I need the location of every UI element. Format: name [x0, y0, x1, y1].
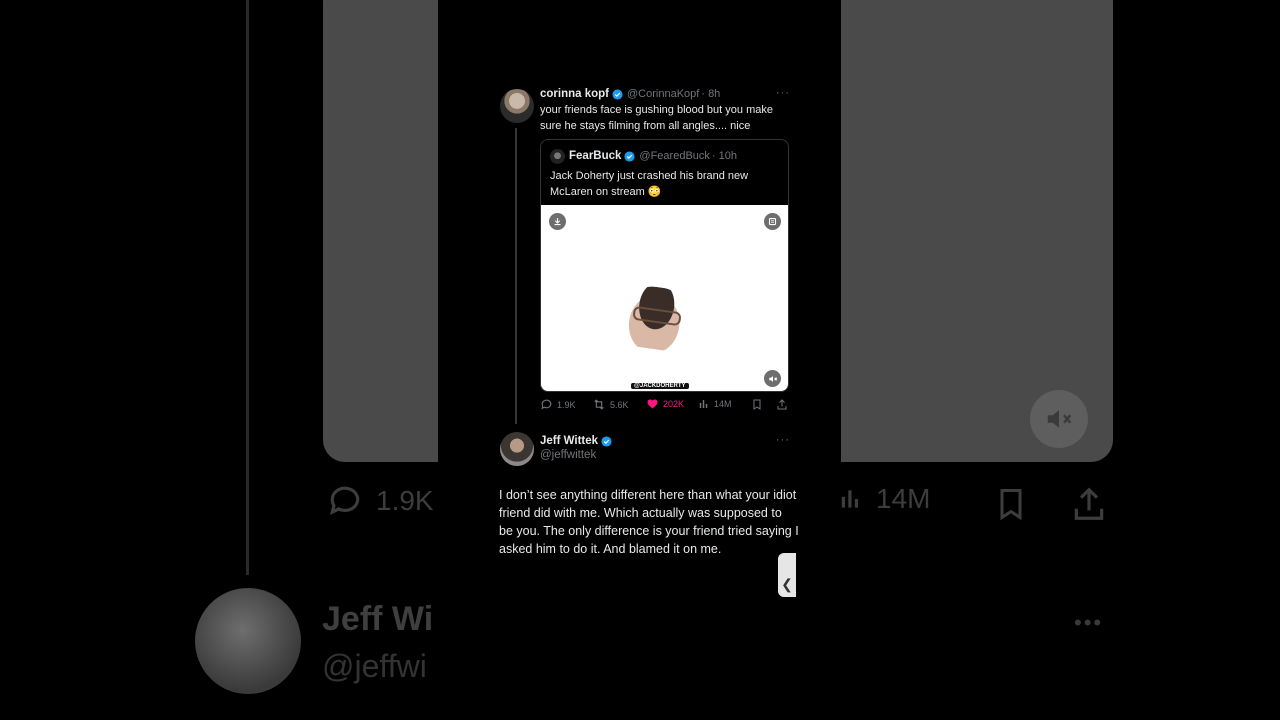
repost-count: 5.6K: [610, 399, 629, 410]
bg-views-icon: [841, 490, 859, 508]
side-panel-tab[interactable]: ❮: [778, 553, 796, 597]
bg-avatar: [195, 588, 301, 694]
bg-author-name: Jeff Wi: [322, 600, 434, 638]
reply-button[interactable]: 1.9K: [540, 398, 576, 411]
share-icon[interactable]: [776, 398, 788, 411]
quote-author-handle: @FearedBuck: [639, 150, 710, 162]
tweet-time: · 8h: [701, 88, 721, 100]
reply-avatar[interactable]: [500, 432, 534, 466]
bg-reply-stat: 1.9K: [326, 482, 434, 520]
reply-icon: [541, 399, 552, 410]
reply-text: I don’t see anything different here than…: [499, 488, 799, 556]
verified-icon: [601, 435, 612, 447]
tweet-actions: 1.9K 5.6K 202K 14M: [540, 398, 790, 414]
quote-header: FearBuck @FearedBuck · 10h: [569, 150, 737, 162]
bg-mute-icon: [1030, 390, 1088, 448]
video-watermark: @JACKDOHERTY: [631, 383, 689, 389]
bg-bookmark-icon: [1000, 489, 1022, 521]
bg-share-icon: [1074, 487, 1104, 520]
reply-more-icon[interactable]: ···: [776, 434, 790, 446]
quote-author-name: FearBuck: [569, 150, 622, 162]
chevron-left-icon: ❮: [781, 576, 793, 592]
repost-button[interactable]: 5.6K: [592, 398, 629, 411]
thread-line: [515, 128, 517, 424]
download-icon[interactable]: [549, 213, 566, 230]
tweet-header: corinna kopf @CorinnaKopf · 8h: [540, 88, 720, 100]
tweet-text: your friends face is gushing blood but y…: [540, 104, 773, 132]
reply-author-name[interactable]: Jeff Wittek: [540, 435, 598, 447]
repost-icon: [594, 399, 604, 410]
bg-views-stat: 14M: [838, 482, 930, 516]
quote-video[interactable]: @JACKDOHERTY: [541, 205, 788, 391]
like-count: 202K: [663, 399, 685, 409]
verified-icon: [612, 88, 623, 100]
quote-avatar: [550, 149, 565, 164]
views-count: 14M: [714, 399, 732, 409]
quote-time: · 10h: [711, 150, 737, 162]
views-button[interactable]: 14M: [698, 398, 732, 410]
bg-thread-line: [246, 0, 249, 575]
reply-count: 1.9K: [557, 399, 576, 410]
views-icon: [699, 400, 708, 408]
author-handle[interactable]: @CorinnaKopf: [627, 88, 699, 100]
heart-icon: [647, 399, 658, 409]
like-button[interactable]: 202K: [646, 398, 684, 410]
video-frame: corinna kopf @CorinnaKopf · 8h ··· your …: [438, 0, 841, 720]
bg-author-handle: @jeffwi: [322, 648, 427, 684]
bg-more-icon: •••: [1074, 610, 1104, 635]
more-options-icon[interactable]: ···: [776, 87, 790, 99]
bg-reply-icon: [329, 486, 360, 516]
mute-icon[interactable]: [764, 370, 781, 387]
quote-text: Jack Doherty just crashed his brand new …: [550, 170, 749, 198]
menu-icon[interactable]: [764, 213, 781, 230]
author-name[interactable]: corinna kopf: [540, 88, 609, 100]
bookmark-icon[interactable]: [751, 398, 763, 411]
reply-header: Jeff Wittek: [540, 435, 612, 447]
avatar[interactable]: [500, 89, 534, 123]
reply-author-handle[interactable]: @jeffwittek: [540, 449, 596, 461]
quoted-tweet[interactable]: FearBuck @FearedBuck · 10h Jack Doherty …: [540, 139, 789, 392]
verified-icon: [624, 150, 635, 162]
